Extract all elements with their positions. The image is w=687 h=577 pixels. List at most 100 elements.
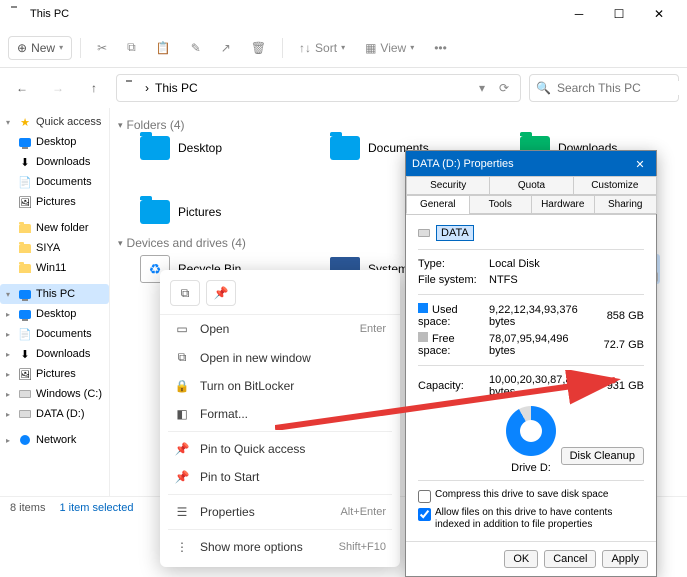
sidebar-quick-access[interactable]: ▾★Quick access xyxy=(0,112,109,132)
properties-close-button[interactable]: ✕ xyxy=(630,158,650,171)
capacity-donut xyxy=(506,406,556,456)
sidebar-pictures[interactable]: 🖼Pictures xyxy=(0,192,109,212)
sidebar-network[interactable]: ▸Network xyxy=(0,430,109,450)
tab-customize[interactable]: Customize xyxy=(573,176,657,195)
view-button[interactable]: ▦ View ▾ xyxy=(357,37,422,59)
address-bar[interactable]: › ▾ ⟳ xyxy=(116,74,521,102)
pc-icon xyxy=(18,287,32,301)
ctx-more-options[interactable]: ⋮Show more optionsShift+F10 xyxy=(160,533,400,561)
ctx-pin-quick[interactable]: 📌Pin to Quick access xyxy=(160,435,400,463)
status-selected: 1 item selected xyxy=(59,502,133,514)
copy-button[interactable]: ⧉ xyxy=(119,36,144,59)
ctx-pin-start[interactable]: 📌Pin to Start xyxy=(160,463,400,491)
apply-button[interactable]: Apply xyxy=(602,550,648,568)
folder-icon xyxy=(18,241,32,255)
tab-tools[interactable]: Tools xyxy=(469,195,533,214)
sort-button[interactable]: ↑↓ Sort ▾ xyxy=(291,37,353,59)
pictures-icon: 🖼 xyxy=(18,195,32,209)
sidebar-downloads[interactable]: ⬇Downloads xyxy=(0,152,109,172)
properties-titlebar[interactable]: DATA (D:) Properties ✕ xyxy=(406,151,656,177)
refresh-button[interactable]: ⟳ xyxy=(494,81,514,95)
ctx-pin-button[interactable]: 📌 xyxy=(206,280,236,306)
cut-button[interactable]: ✂ xyxy=(89,37,115,59)
sidebar-sub-documents[interactable]: ▸📄Documents xyxy=(0,324,109,344)
compress-checkbox[interactable]: Compress this drive to save disk space xyxy=(418,487,644,505)
search-input[interactable] xyxy=(557,81,687,95)
sidebar-thispc[interactable]: ▾This PC xyxy=(0,284,109,304)
sidebar-sub-windows[interactable]: ▸Windows (C:) xyxy=(0,384,109,404)
window-title: This PC xyxy=(30,8,559,20)
cancel-button[interactable]: Cancel xyxy=(544,550,596,568)
ctx-bitlocker[interactable]: 🔒Turn on BitLocker xyxy=(160,372,400,400)
folder-pictures[interactable]: Pictures xyxy=(140,200,280,224)
more-icon: ⋮ xyxy=(174,540,190,554)
more-button[interactable]: ••• xyxy=(426,37,455,59)
app-icon xyxy=(8,6,24,22)
ctx-open-new-window[interactable]: ⧉Open in new window xyxy=(160,343,400,372)
sidebar-sub-desktop[interactable]: ▸Desktop xyxy=(0,304,109,324)
folder-icon xyxy=(140,200,170,224)
downloads-icon: ⬇ xyxy=(18,155,32,169)
drive-name-input[interactable]: DATA xyxy=(436,225,474,241)
disk-cleanup-button[interactable]: Disk Cleanup xyxy=(561,447,644,465)
paste-button[interactable]: 📋 xyxy=(148,37,179,59)
tab-general[interactable]: General xyxy=(406,195,470,214)
index-checkbox[interactable]: Allow files on this drive to have conten… xyxy=(418,505,644,533)
tab-hardware[interactable]: Hardware xyxy=(531,195,595,214)
tab-sharing[interactable]: Sharing xyxy=(594,195,658,214)
close-button[interactable]: ✕ xyxy=(639,0,679,28)
folder-icon xyxy=(18,221,32,235)
tab-quota[interactable]: Quota xyxy=(489,176,573,195)
new-button[interactable]: ⊕ New ▾ xyxy=(8,36,72,60)
pc-icon xyxy=(123,80,139,96)
desktop-icon xyxy=(18,135,32,149)
paste-icon: 📋 xyxy=(156,41,171,55)
ok-button[interactable]: OK xyxy=(504,550,538,568)
folder-icon xyxy=(18,261,32,275)
sidebar-win11[interactable]: Win11 xyxy=(0,258,109,278)
sidebar: ▾★Quick access Desktop ⬇Downloads 📄Docum… xyxy=(0,108,110,496)
sidebar-desktop[interactable]: Desktop xyxy=(0,132,109,152)
share-icon: ↗ xyxy=(221,41,231,55)
context-menu: ⧉ 📌 ▭OpenEnter ⧉Open in new window 🔒Turn… xyxy=(160,270,400,567)
addr-dropdown-button[interactable]: ▾ xyxy=(472,81,492,95)
folders-header[interactable]: ▾Folders (4) xyxy=(110,114,687,136)
minimize-button[interactable]: ─ xyxy=(559,0,599,28)
navigation-row: ← → ↑ › ▾ ⟳ 🔍 xyxy=(0,68,687,108)
drive-icon xyxy=(418,229,430,237)
status-item-count: 8 items xyxy=(10,502,45,514)
delete-button[interactable]: 🗑 xyxy=(243,37,274,59)
folder-desktop[interactable]: Desktop xyxy=(140,136,280,160)
cut-icon: ✂ xyxy=(97,41,107,55)
share-button[interactable]: ↗ xyxy=(213,37,239,59)
forward-button[interactable]: → xyxy=(44,74,72,102)
sidebar-siya[interactable]: SIYA xyxy=(0,238,109,258)
ctx-open-button[interactable]: ⧉ xyxy=(170,280,200,306)
ctx-format[interactable]: ◧Format... xyxy=(160,400,400,428)
sidebar-sub-data[interactable]: ▸DATA (D:) xyxy=(0,404,109,424)
tab-security[interactable]: Security xyxy=(406,176,490,195)
sidebar-sub-downloads[interactable]: ▸⬇Downloads xyxy=(0,344,109,364)
star-icon: ★ xyxy=(18,115,32,129)
sidebar-documents[interactable]: 📄Documents xyxy=(0,172,109,192)
address-input[interactable] xyxy=(155,81,466,95)
rename-button[interactable]: ✎ xyxy=(183,37,209,59)
network-icon xyxy=(18,433,32,447)
rename-icon: ✎ xyxy=(191,41,201,55)
up-button[interactable]: ↑ xyxy=(80,74,108,102)
search-box[interactable]: 🔍 xyxy=(529,74,679,102)
properties-dialog: DATA (D:) Properties ✕ Security Quota Cu… xyxy=(405,150,657,577)
pin-icon: 📌 xyxy=(174,470,190,484)
copy-icon: ⧉ xyxy=(127,40,136,55)
toolbar: ⊕ New ▾ ✂ ⧉ 📋 ✎ ↗ 🗑 ↑↓ Sort ▾ ▦ View ▾ •… xyxy=(0,28,687,68)
sidebar-sub-pictures[interactable]: ▸🖼Pictures xyxy=(0,364,109,384)
back-button[interactable]: ← xyxy=(8,74,36,102)
ctx-open[interactable]: ▭OpenEnter xyxy=(160,315,400,343)
ctx-properties[interactable]: ☰PropertiesAlt+Enter xyxy=(160,498,400,526)
maximize-button[interactable]: ☐ xyxy=(599,0,639,28)
sidebar-newfolder[interactable]: New folder xyxy=(0,218,109,238)
search-icon: 🔍 xyxy=(536,81,551,95)
window-icon: ⧉ xyxy=(174,350,190,365)
folder-icon xyxy=(330,136,360,160)
properties-title: DATA (D:) Properties xyxy=(412,158,630,170)
